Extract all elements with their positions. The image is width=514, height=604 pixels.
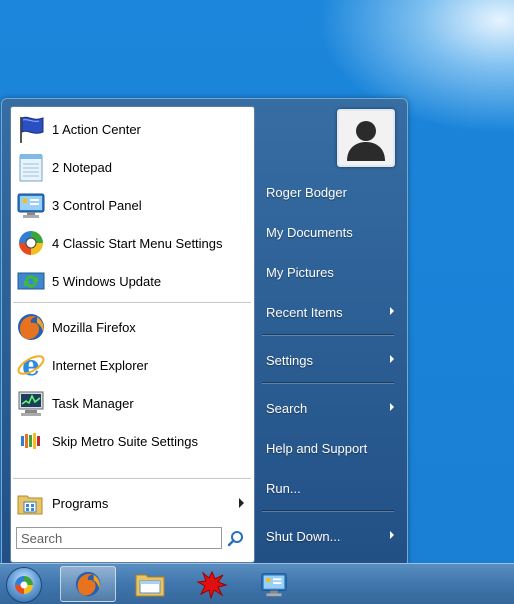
right-item-label: My Documents: [266, 224, 353, 240]
right-separator: [262, 334, 394, 336]
menu-item-windows-update[interactable]: 5 Windows Update: [12, 263, 252, 299]
start-menu-left-pane: 1 Action Center 2 Notepad 3 Control Pane…: [10, 106, 255, 563]
menu-item-classic-start-menu-settings[interactable]: 4 Classic Start Menu Settings: [12, 225, 252, 261]
svg-text:e: e: [22, 349, 40, 381]
internet-explorer-icon: e: [15, 349, 47, 381]
right-separator: [262, 382, 394, 384]
right-item-search[interactable]: Search: [256, 393, 406, 423]
taskbar: [0, 563, 514, 604]
taskbar-firefox-button[interactable]: [60, 566, 116, 602]
menu-item-label: Internet Explorer: [52, 357, 149, 373]
right-item-settings[interactable]: Settings: [256, 345, 406, 375]
search-icon[interactable]: [227, 530, 245, 548]
firefox-icon: [15, 311, 47, 343]
right-item-shut-down[interactable]: Shut Down...: [256, 521, 406, 551]
right-item-my-pictures[interactable]: My Pictures: [256, 257, 406, 287]
menu-item-label: Task Manager: [52, 395, 134, 411]
menu-item-label: 1 Action Center: [52, 121, 141, 137]
right-item-label: Search: [266, 400, 308, 416]
firefox-icon: [75, 571, 101, 597]
menu-item-control-panel[interactable]: 3 Control Panel: [12, 187, 252, 223]
classic-shell-icon: [15, 227, 47, 259]
menu-separator: [13, 478, 251, 479]
taskbar-paint-button[interactable]: [184, 566, 240, 602]
menu-item-internet-explorer[interactable]: e Internet Explorer: [12, 347, 252, 383]
submenu-arrow-icon: [390, 531, 394, 539]
programs-folder-icon: [15, 487, 47, 519]
start-menu: 1 Action Center 2 Notepad 3 Control Pane…: [1, 98, 408, 566]
right-item-label: Shut Down...: [266, 528, 341, 544]
control-panel-icon: [261, 573, 287, 597]
menu-item-mozilla-firefox[interactable]: Mozilla Firefox: [12, 309, 252, 345]
menu-item-label: Mozilla Firefox: [52, 319, 136, 335]
menu-item-skip-metro-suite-settings[interactable]: Skip Metro Suite Settings: [12, 423, 252, 459]
submenu-arrow-icon: [390, 355, 394, 363]
action-center-flag-icon: [15, 113, 47, 145]
paint-splash-icon: [196, 570, 228, 599]
right-item-label: Help and Support: [266, 440, 368, 456]
menu-item-notepad[interactable]: 2 Notepad: [12, 149, 252, 185]
search-input[interactable]: [16, 527, 222, 549]
menu-item-label: Programs: [52, 495, 109, 511]
right-item-label: Recent Items: [266, 304, 343, 320]
right-item-recent-items[interactable]: Recent Items: [256, 297, 406, 327]
user-silhouette-icon: [347, 121, 385, 161]
right-item-run[interactable]: Run...: [256, 473, 406, 503]
right-item-label: Roger Bodger: [266, 184, 347, 200]
user-avatar[interactable]: [337, 109, 395, 167]
right-item-label: My Pictures: [266, 264, 334, 280]
right-item-label: Settings: [266, 352, 313, 368]
menu-item-label: 5 Windows Update: [52, 273, 162, 289]
menu-item-action-center[interactable]: 1 Action Center: [12, 111, 252, 147]
menu-item-label: 4 Classic Start Menu Settings: [52, 235, 223, 251]
menu-separator: [13, 302, 251, 303]
menu-item-task-manager[interactable]: Task Manager: [12, 385, 252, 421]
windows-update-icon: [15, 265, 47, 297]
submenu-arrow-icon: [239, 498, 244, 508]
control-panel-icon: [15, 189, 47, 221]
right-item-my-documents[interactable]: My Documents: [256, 217, 406, 247]
start-orb-icon[interactable]: [6, 567, 42, 603]
taskbar-explorer-button[interactable]: [122, 566, 178, 602]
notepad-icon: [15, 151, 47, 183]
task-manager-icon: [15, 387, 47, 419]
right-separator: [262, 510, 394, 512]
menu-item-label: 3 Control Panel: [52, 197, 142, 213]
menu-item-programs[interactable]: Programs: [12, 485, 252, 521]
submenu-arrow-icon: [390, 403, 394, 411]
skip-metro-icon: [15, 425, 47, 457]
menu-item-label: 2 Notepad: [52, 159, 112, 175]
menu-item-label: Skip Metro Suite Settings: [52, 433, 198, 449]
right-item-help-and-support[interactable]: Help and Support: [256, 433, 406, 463]
taskbar-control-panel-button[interactable]: [246, 566, 302, 602]
right-item-user-name[interactable]: Roger Bodger: [256, 177, 406, 207]
submenu-arrow-icon: [390, 307, 394, 315]
right-item-label: Run...: [266, 480, 301, 496]
file-explorer-icon: [135, 574, 165, 597]
